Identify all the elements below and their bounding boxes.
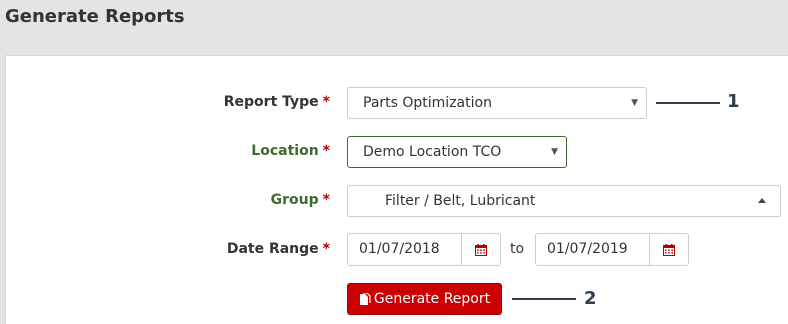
group-label-text: Group xyxy=(270,192,319,208)
file-icon xyxy=(359,292,371,306)
end-date-value: 01/07/2019 xyxy=(547,241,628,257)
page-title: Generate Reports xyxy=(5,6,185,27)
report-type-select[interactable]: Parts Optimization ▼ xyxy=(347,87,647,119)
report-type-label: Report Type * xyxy=(224,94,330,110)
date-range-separator: to xyxy=(510,241,525,257)
required-marker: * xyxy=(322,143,330,159)
callout-number-1: 1 xyxy=(727,91,740,112)
callout-line-2 xyxy=(512,298,576,300)
chevron-up-icon xyxy=(758,198,766,203)
start-date-input[interactable]: 01/07/2018 xyxy=(347,233,501,266)
calendar-icon[interactable] xyxy=(649,234,688,265)
report-type-label-text: Report Type xyxy=(223,94,319,110)
callout-number-2: 2 xyxy=(584,288,597,309)
group-label: Group * xyxy=(271,192,330,208)
callout-line-1 xyxy=(656,102,720,104)
chevron-down-icon: ▼ xyxy=(551,147,558,157)
location-label-text: Location xyxy=(251,143,319,159)
required-marker: * xyxy=(322,94,330,110)
generate-report-label: Generate Report xyxy=(373,291,491,307)
location-label: Location * xyxy=(251,143,330,159)
end-date-input[interactable]: 01/07/2019 xyxy=(535,233,689,266)
group-multiselect[interactable]: Filter / Belt, Lubricant xyxy=(347,185,781,217)
location-value: Demo Location TCO xyxy=(363,144,502,160)
required-marker: * xyxy=(322,241,330,257)
start-date-value: 01/07/2018 xyxy=(359,241,440,257)
report-type-value: Parts Optimization xyxy=(363,95,492,111)
required-marker: * xyxy=(322,192,330,208)
date-range-label: Date Range * xyxy=(227,241,330,257)
chevron-down-icon: ▼ xyxy=(631,98,638,108)
date-range-label-text: Date Range xyxy=(226,241,319,257)
calendar-icon[interactable] xyxy=(461,234,500,265)
group-value: Filter / Belt, Lubricant xyxy=(385,193,536,209)
generate-report-button[interactable]: Generate Report xyxy=(347,283,502,315)
location-select[interactable]: Demo Location TCO ▼ xyxy=(347,136,567,168)
